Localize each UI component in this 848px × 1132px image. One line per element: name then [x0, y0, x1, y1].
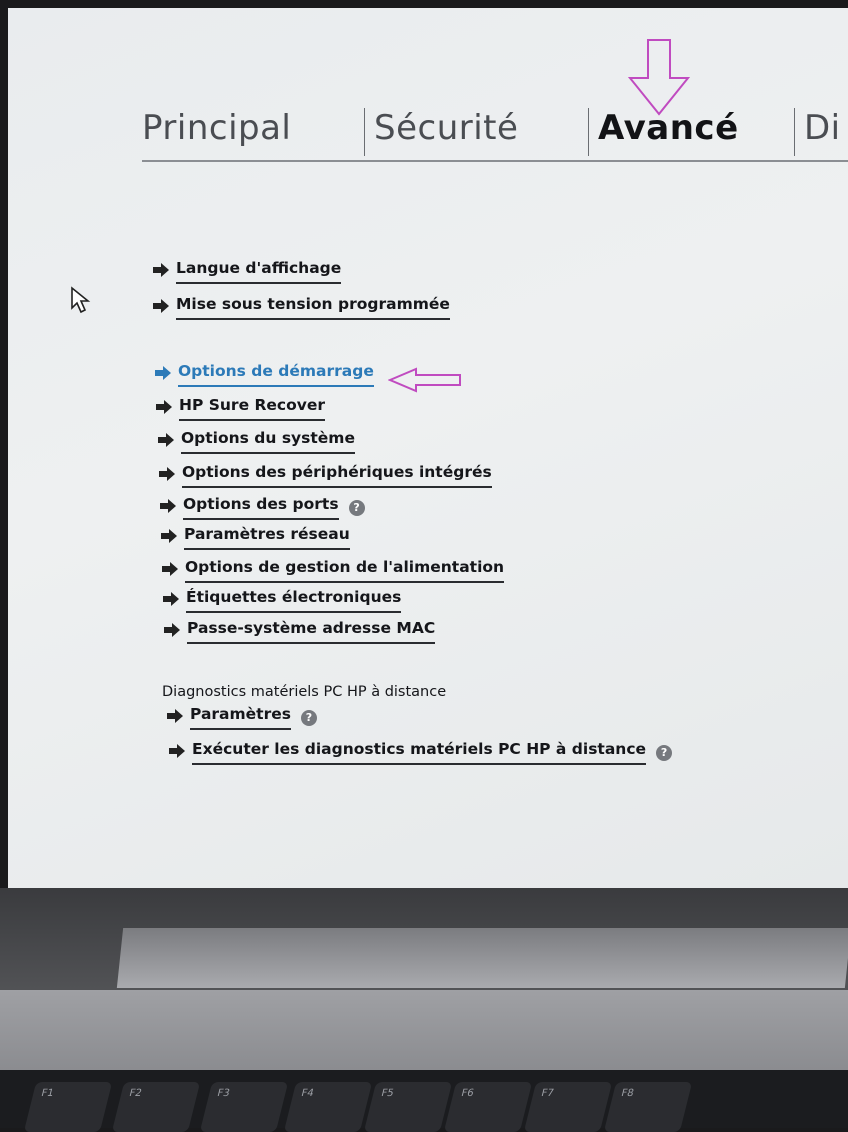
- arrow-right-icon: [161, 529, 177, 543]
- menu-item-label: Étiquettes électroniques: [186, 587, 402, 613]
- arrow-right-icon: [159, 467, 175, 481]
- key-label: F4: [299, 1088, 315, 1099]
- key-label: F6: [459, 1088, 475, 1099]
- key-label: F1: [39, 1088, 55, 1099]
- arrow-right-icon: [163, 592, 179, 606]
- arrow-right-icon: [160, 499, 176, 513]
- menu-item-label: Options du système: [181, 428, 355, 454]
- key-f4[interactable]: F4: [283, 1082, 373, 1132]
- arrow-right-icon: [155, 366, 171, 380]
- keyboard-row: F1 F2 F3 F4 F5 F6 F7 F8: [0, 1070, 848, 1132]
- menu-item-label: Paramètres: [190, 704, 291, 730]
- menu-item-options-systeme[interactable]: Options du système: [157, 428, 355, 454]
- question-mark-icon[interactable]: ?: [656, 745, 673, 761]
- menu-item-hp-sure-recover[interactable]: HP Sure Recover: [155, 395, 326, 421]
- arrow-right-icon: [169, 744, 185, 758]
- key-f6[interactable]: F6: [443, 1082, 533, 1132]
- key-f8[interactable]: F8: [603, 1082, 693, 1132]
- menu-item-label: Options de gestion de l'alimentation: [185, 557, 505, 583]
- key-f5[interactable]: F5: [363, 1082, 453, 1132]
- menu-item-label: HP Sure Recover: [179, 395, 326, 421]
- menu-item-options-ports[interactable]: Options des ports ?: [159, 494, 365, 520]
- tab-divider: [588, 108, 589, 156]
- key-f2[interactable]: F2: [111, 1082, 201, 1132]
- question-mark-icon[interactable]: ?: [300, 710, 317, 726]
- menu-item-diagnostics-parametres[interactable]: Paramètres ?: [166, 704, 317, 730]
- key-f1[interactable]: F1: [23, 1082, 113, 1132]
- arrow-right-icon: [158, 433, 174, 447]
- menu-item-parametres-reseau[interactable]: Paramètres réseau: [160, 524, 350, 550]
- menu-item-label: Passe-système adresse MAC: [187, 618, 436, 644]
- laptop-hinge: [116, 928, 848, 988]
- menu-item-executer-diagnostics[interactable]: Exécuter les diagnostics matériels PC HP…: [168, 739, 673, 765]
- tab-bar: Principal Sécurité Avancé Di: [142, 108, 848, 168]
- menu-item-options-peripheriques[interactable]: Options des périphériques intégrés: [158, 462, 492, 488]
- diagnostics-heading: Diagnostics matériels PC HP à distance: [162, 684, 447, 700]
- menu-item-etiquettes-electroniques[interactable]: Étiquettes électroniques: [162, 587, 402, 613]
- tab-diagnostics[interactable]: Di: [804, 108, 841, 148]
- menu-item-langue[interactable]: Langue d'affichage: [152, 258, 342, 284]
- arrow-right-icon: [153, 263, 169, 277]
- mouse-pointer-icon: [71, 286, 91, 314]
- key-label: F5: [379, 1088, 395, 1099]
- menu-item-options-demarrage[interactable]: Options de démarrage: [154, 361, 374, 387]
- tab-divider: [364, 108, 365, 156]
- key-f7[interactable]: F7: [523, 1082, 613, 1132]
- arrow-right-icon: [162, 562, 178, 576]
- arrow-right-icon: [167, 709, 183, 723]
- bios-screen: Principal Sécurité Avancé Di Langue d'af…: [8, 8, 848, 888]
- laptop-deck: [0, 990, 848, 1070]
- annotation-down-arrow-icon: [628, 39, 691, 116]
- menu-item-gestion-alimentation[interactable]: Options de gestion de l'alimentation: [161, 557, 505, 583]
- menu-item-mise-sous-tension[interactable]: Mise sous tension programmée: [152, 294, 450, 320]
- key-label: F2: [127, 1088, 143, 1099]
- tab-securite[interactable]: Sécurité: [374, 108, 518, 148]
- menu-item-label: Options des ports: [183, 494, 339, 520]
- arrow-right-icon: [153, 299, 169, 313]
- key-f3[interactable]: F3: [199, 1082, 289, 1132]
- tab-divider: [794, 108, 795, 156]
- annotation-left-arrow-icon: [388, 367, 461, 393]
- menu-item-label: Options de démarrage: [178, 361, 374, 387]
- menu-item-label: Exécuter les diagnostics matériels PC HP…: [192, 739, 647, 765]
- key-label: F7: [539, 1088, 555, 1099]
- tab-underline: [142, 160, 848, 162]
- arrow-right-icon: [156, 400, 172, 414]
- menu-item-label: Options des périphériques intégrés: [182, 462, 492, 488]
- menu-item-label: Langue d'affichage: [176, 258, 342, 284]
- menu-item-label: Paramètres réseau: [184, 524, 350, 550]
- tab-principal[interactable]: Principal: [142, 108, 291, 148]
- key-label: F8: [619, 1088, 635, 1099]
- arrow-right-icon: [164, 623, 180, 637]
- question-mark-icon[interactable]: ?: [348, 500, 365, 516]
- menu-item-passe-systeme-mac[interactable]: Passe-système adresse MAC: [163, 618, 436, 644]
- key-label: F3: [215, 1088, 231, 1099]
- menu-item-label: Mise sous tension programmée: [176, 294, 450, 320]
